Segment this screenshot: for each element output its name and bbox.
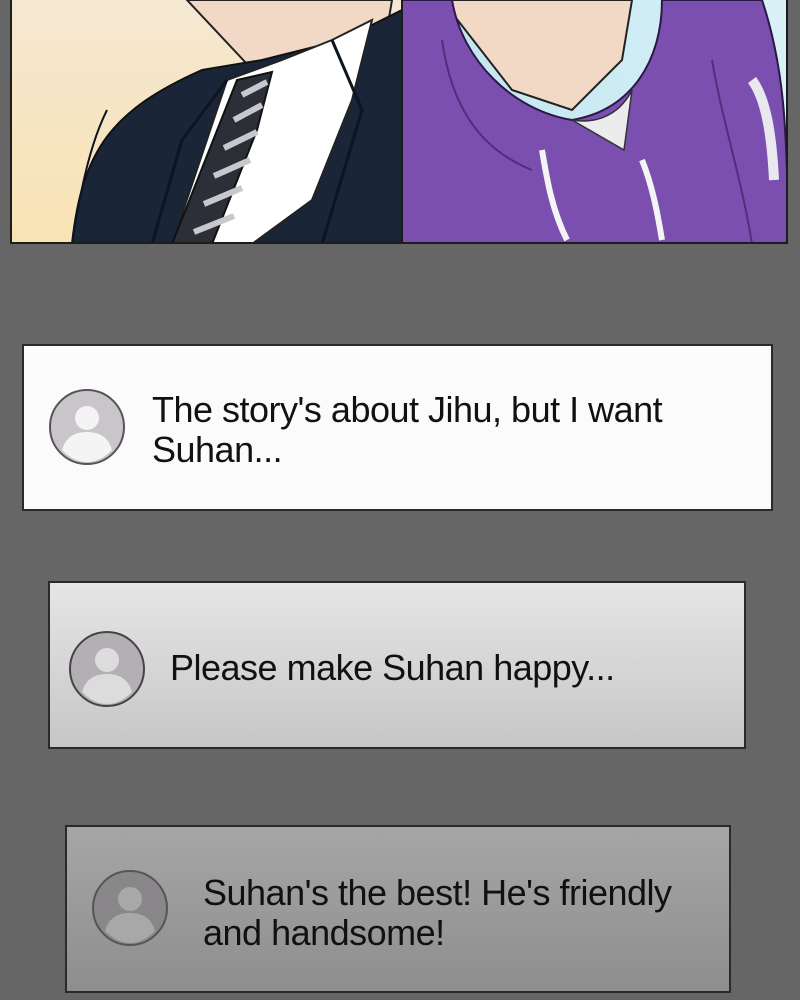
comment-card: The story's about Jihu, but I want Suhan… xyxy=(22,344,773,511)
default-user-avatar-icon xyxy=(48,388,126,466)
comic-panel xyxy=(10,0,788,244)
comment-text: Please make Suhan happy... xyxy=(170,647,615,688)
comment-card: Suhan's the best! He's friendly and hand… xyxy=(65,825,731,993)
manhwa-panel-icon xyxy=(12,0,786,242)
comment-text: Suhan's the best! He's friendly and hand… xyxy=(203,872,672,953)
default-user-avatar-icon xyxy=(91,869,169,947)
comment-card: Please make Suhan happy... xyxy=(48,581,746,749)
comment-text: The story's about Jihu, but I want Suhan… xyxy=(152,389,663,470)
default-user-avatar-icon xyxy=(68,630,146,708)
